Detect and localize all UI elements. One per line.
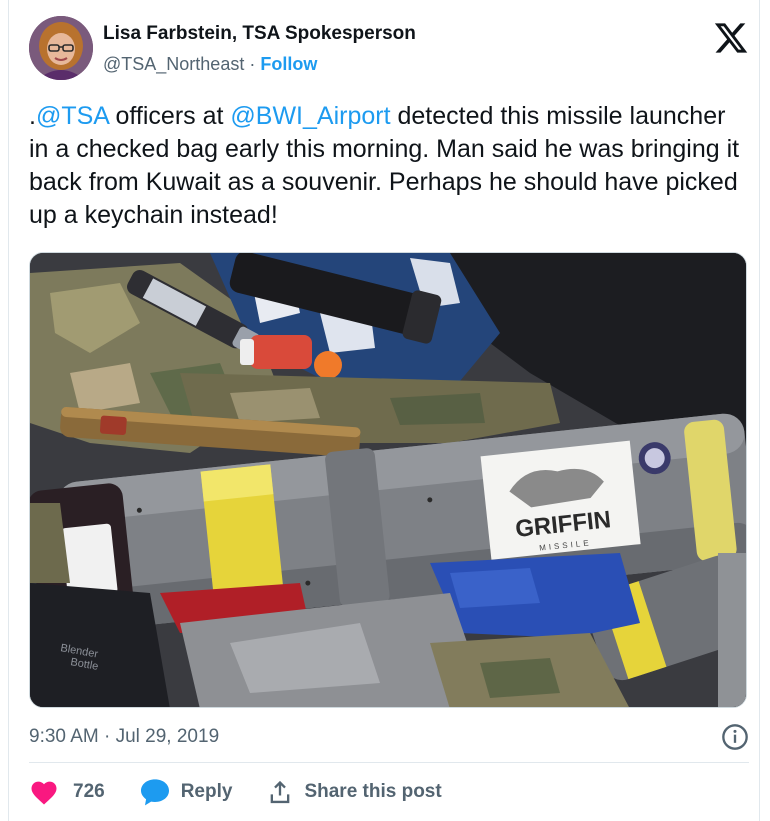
mention-bwi-airport[interactable]: @BWI_Airport (230, 102, 390, 130)
missile-launcher-photo: GRIFFIN MISSILE Blender Bottle (30, 253, 746, 707)
tweet-lead: . (29, 102, 36, 130)
reply-button[interactable]: Reply (139, 777, 233, 807)
follow-button[interactable]: Follow (260, 54, 317, 74)
share-button[interactable]: Share this post (266, 778, 442, 806)
tweet-card: Lisa Farbstein, TSA Spokesperson @TSA_No… (8, 0, 760, 821)
info-icon[interactable] (721, 723, 749, 751)
author-handle-line: @TSA_Northeast · Follow (103, 52, 416, 76)
tweet-photo[interactable]: GRIFFIN MISSILE Blender Bottle (29, 252, 747, 708)
mention-tsa[interactable]: @TSA (36, 102, 109, 130)
author-name[interactable]: Lisa Farbstein, TSA Spokesperson (103, 22, 416, 46)
share-label: Share this post (304, 781, 442, 802)
tweet-actions: 726 Reply Share this post (29, 775, 476, 809)
reply-label: Reply (180, 781, 233, 802)
x-logo-icon[interactable] (713, 20, 749, 56)
handle-separator: · (249, 54, 256, 74)
tweet-time[interactable]: 9:30 AM (29, 726, 99, 747)
heart-icon (31, 781, 57, 805)
tweet-meta: 9:30 AM · Jul 29, 2019 (29, 723, 749, 751)
like-button[interactable]: 726 (29, 778, 105, 806)
tweet-date[interactable]: Jul 29, 2019 (116, 726, 220, 747)
tweet-text: .@TSA officers at @BWI_Airport detected … (29, 100, 749, 232)
speech-bubble-icon (140, 779, 169, 806)
share-upload-icon (271, 780, 290, 804)
like-count: 726 (73, 781, 105, 802)
tweet-text-part-1: officers at (108, 102, 231, 130)
author-info: Lisa Farbstein, TSA Spokesperson @TSA_No… (103, 22, 416, 76)
avatar-image (29, 16, 93, 80)
tweet-header: Lisa Farbstein, TSA Spokesperson @TSA_No… (29, 16, 749, 88)
author-handle[interactable]: @TSA_Northeast (103, 54, 244, 74)
author-avatar[interactable] (29, 16, 93, 80)
actions-divider (29, 762, 749, 763)
meta-separator: · (104, 726, 111, 747)
